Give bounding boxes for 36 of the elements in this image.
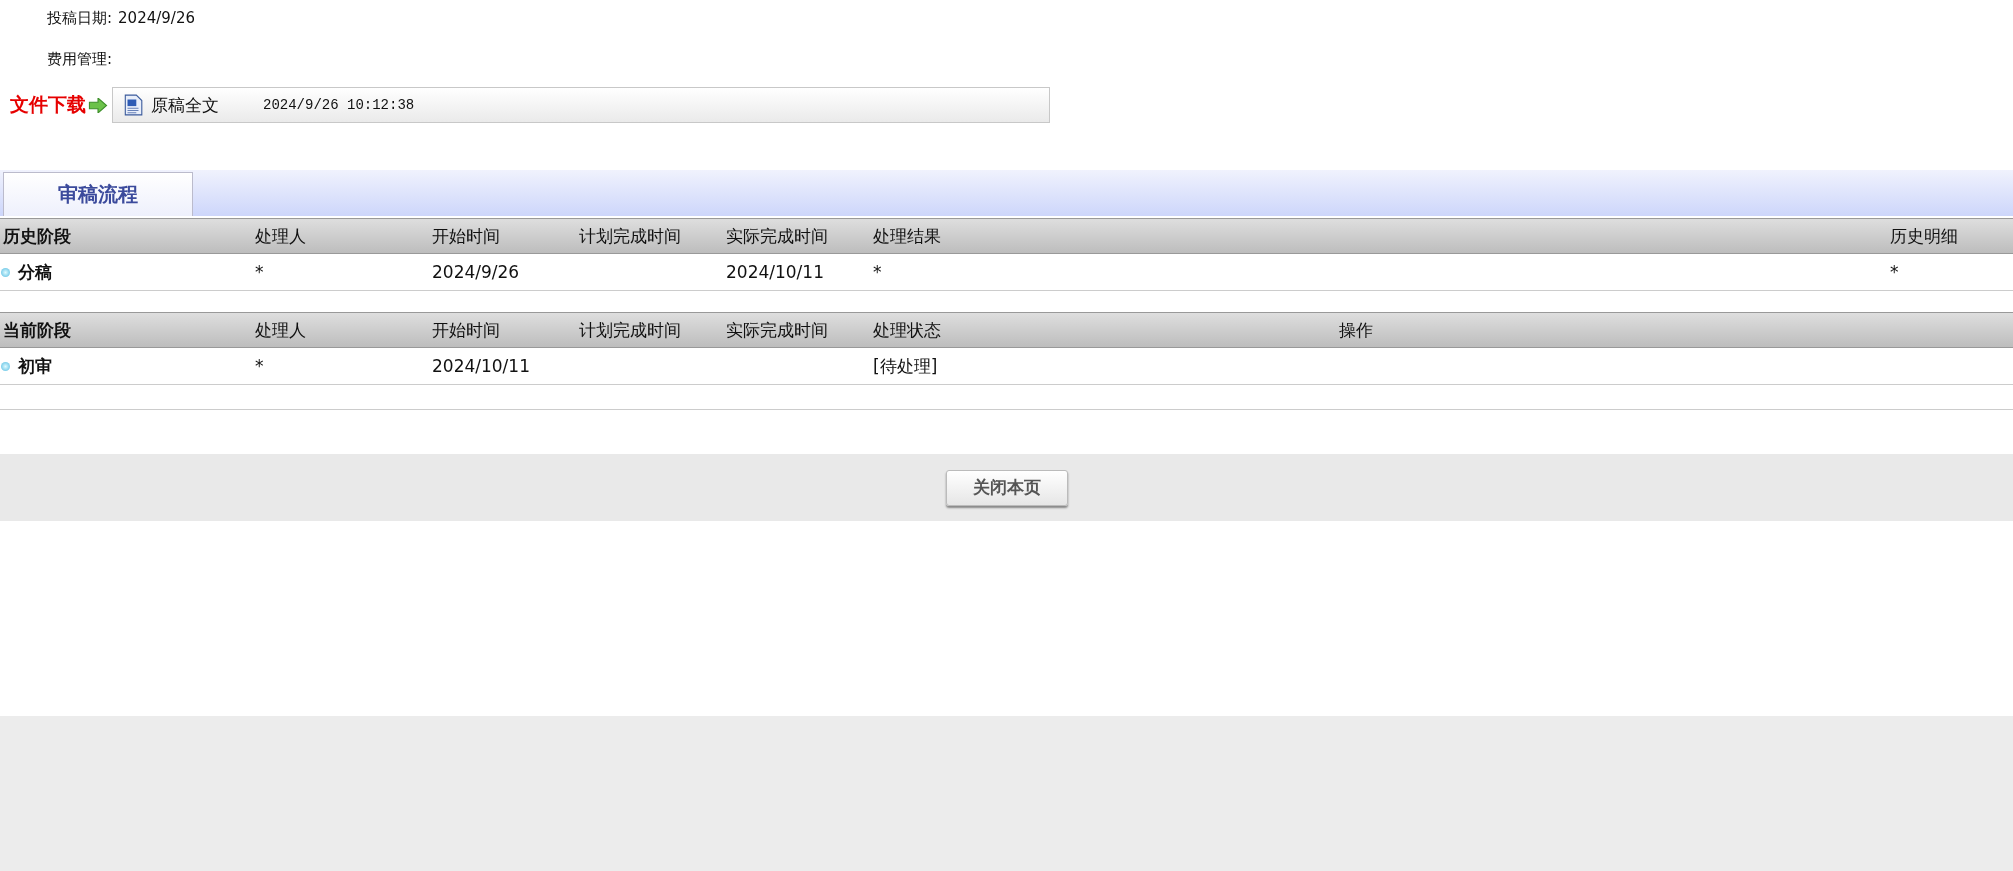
column-header: 历史阶段 — [2, 224, 71, 248]
column-header: 历史明细 — [1890, 224, 1958, 248]
field-label: 费用管理: — [47, 50, 113, 70]
file-timestamp: 2024/9/26 10:12:38 — [263, 97, 415, 113]
column-header: 当前阶段 — [2, 318, 71, 342]
column-header: 处理结果 — [873, 224, 941, 248]
table-cell: * — [1890, 262, 1899, 282]
column-header: 计划完成时间 — [579, 318, 681, 342]
table-cell: 2024/10/11 — [432, 356, 530, 376]
table-cell: * — [255, 356, 264, 376]
column-header: 开始时间 — [432, 224, 500, 248]
table-cell: 2024/9/26 — [432, 262, 520, 282]
document-icon — [123, 94, 143, 116]
column-header: 操作 — [1339, 318, 1373, 342]
table-cell: 2024/10/11 — [726, 262, 824, 282]
table-cell: * — [255, 262, 264, 282]
arrow-icon — [88, 97, 108, 113]
field-value: 2024/9/26 — [118, 9, 195, 29]
table-cell: 初审 — [18, 354, 52, 378]
bullet-icon — [1, 267, 10, 277]
table-cell: [待处理] — [873, 354, 938, 378]
bullet-icon — [1, 361, 10, 371]
table-cell: 分稿 — [18, 260, 52, 284]
column-header: 实际完成时间 — [726, 224, 828, 248]
file-link[interactable]: 原稿全文 — [151, 93, 219, 117]
column-header: 实际完成时间 — [726, 318, 828, 342]
column-header: 开始时间 — [432, 318, 500, 342]
field-label: 投稿日期: — [47, 9, 113, 29]
column-header: 计划完成时间 — [579, 224, 681, 248]
column-header: 处理状态 — [873, 318, 941, 342]
column-header: 处理人 — [255, 224, 306, 248]
table-cell: * — [873, 262, 882, 282]
close-button[interactable]: 关闭本页 — [945, 469, 1068, 506]
column-header: 处理人 — [255, 318, 306, 342]
download-label: 文件下载 — [10, 92, 86, 117]
tab[interactable]: 审稿流程 — [3, 172, 193, 216]
